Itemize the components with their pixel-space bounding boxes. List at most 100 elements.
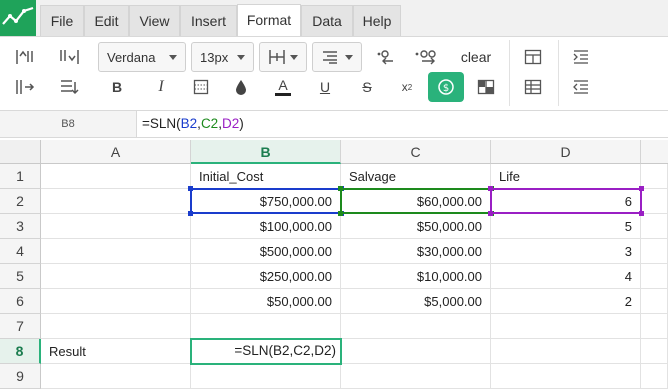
cell-c1[interactable]: Salvage (341, 164, 491, 189)
menu-format[interactable]: Format (237, 4, 301, 37)
cell-b2[interactable]: $750,000.00 (191, 189, 341, 214)
currency-format-button[interactable]: $ (428, 72, 464, 102)
align-right-icon (323, 51, 337, 64)
formula-ref-c2: C2 (200, 116, 219, 131)
cell-reference-box[interactable]: B8 (0, 111, 137, 137)
menu-view[interactable]: View (129, 5, 180, 36)
cell-c6[interactable]: $5,000.00 (341, 289, 491, 314)
cell-c5[interactable]: $10,000.00 (341, 264, 491, 289)
menu-file[interactable]: File (40, 5, 84, 36)
cell-style-icon[interactable] (188, 74, 214, 100)
cell-c9[interactable] (341, 364, 491, 389)
select-all-corner[interactable] (0, 140, 41, 164)
cell-c3[interactable]: $50,000.00 (341, 214, 491, 239)
cell-e2[interactable] (641, 189, 668, 214)
indent-decrease-icon[interactable] (568, 74, 594, 100)
cell-a5[interactable] (41, 264, 191, 289)
cell-c8[interactable] (341, 339, 491, 364)
bold-icon[interactable]: B (104, 74, 130, 100)
row-header-9[interactable]: 9 (0, 364, 41, 389)
strikethrough-icon[interactable]: S (354, 74, 380, 100)
cell-c7[interactable] (341, 314, 491, 339)
align-bottom-icon[interactable] (56, 44, 82, 70)
cell-b3[interactable]: $100,000.00 (191, 214, 341, 239)
text-color-icon[interactable]: A (270, 72, 296, 100)
cell-c4[interactable]: $30,000.00 (341, 239, 491, 264)
row-header-2[interactable]: 2 (0, 189, 41, 214)
row-header-5[interactable]: 5 (0, 264, 41, 289)
align-select[interactable] (312, 42, 362, 72)
row-header-4[interactable]: 4 (0, 239, 41, 264)
cell-a7[interactable] (41, 314, 191, 339)
menu-data[interactable]: Data (301, 5, 353, 36)
font-size-select[interactable]: 13px (191, 42, 254, 72)
cell-b4[interactable]: $500,000.00 (191, 239, 341, 264)
cell-e7[interactable] (641, 314, 668, 339)
cell-e6[interactable] (641, 289, 668, 314)
cell-a8[interactable]: Result (41, 339, 191, 364)
cell-a1[interactable] (41, 164, 191, 189)
column-header-a[interactable]: A (41, 140, 191, 164)
cell-e4[interactable] (641, 239, 668, 264)
column-header-b[interactable]: B (191, 140, 341, 164)
menu-insert[interactable]: Insert (180, 5, 237, 36)
menu-edit[interactable]: Edit (84, 5, 129, 36)
cell-d2[interactable]: 6 (491, 189, 641, 214)
increase-decimal-icon[interactable] (412, 44, 442, 70)
wrap-text-icon[interactable] (56, 74, 82, 100)
clear-button[interactable]: clear (455, 44, 497, 70)
cell-d8[interactable] (491, 339, 641, 364)
cell-d6[interactable]: 2 (491, 289, 641, 314)
formula-bar: B8 =SLN(B2,C2,D2) (0, 110, 668, 138)
cell-d3[interactable]: 5 (491, 214, 641, 239)
cell-e3[interactable] (641, 214, 668, 239)
indent-increase-icon[interactable] (568, 44, 594, 70)
cell-b5[interactable]: $250,000.00 (191, 264, 341, 289)
cell-a4[interactable] (41, 239, 191, 264)
cell-b1[interactable]: Initial_Cost (191, 164, 341, 189)
row-header-7[interactable]: 7 (0, 314, 41, 339)
cell-e5[interactable] (641, 264, 668, 289)
merge-cells-icon[interactable] (520, 44, 546, 70)
cell-c2[interactable]: $60,000.00 (341, 189, 491, 214)
cell-e8[interactable] (641, 339, 668, 364)
cell-d7[interactable] (491, 314, 641, 339)
superscript-icon[interactable]: x2 (394, 74, 420, 100)
font-family-select[interactable]: Verdana (98, 42, 186, 72)
cell-d1[interactable]: Life (491, 164, 641, 189)
cell-d5[interactable]: 4 (491, 264, 641, 289)
cell-e1[interactable] (641, 164, 668, 189)
formula-part: =SLN( (142, 116, 181, 131)
align-middle-icon[interactable] (12, 74, 38, 100)
underline-icon[interactable]: U (312, 74, 338, 100)
borders-icon (269, 50, 285, 64)
cell-b7[interactable] (191, 314, 341, 339)
table-icon[interactable] (520, 74, 546, 100)
column-header-c[interactable]: C (341, 140, 491, 164)
cell-a9[interactable] (41, 364, 191, 389)
cell-d4[interactable]: 3 (491, 239, 641, 264)
column-header-e[interactable] (641, 140, 668, 164)
align-top-icon[interactable] (12, 44, 38, 70)
borders-select[interactable] (259, 42, 307, 72)
cell-d9[interactable] (491, 364, 641, 389)
menu-help[interactable]: Help (353, 5, 401, 36)
row-header-8[interactable]: 8 (0, 339, 41, 364)
column-header-d[interactable]: D (491, 140, 641, 164)
decrease-decimal-icon[interactable] (372, 44, 400, 70)
logo-icon (2, 6, 34, 25)
row-header-3[interactable]: 3 (0, 214, 41, 239)
row-header-6[interactable]: 6 (0, 289, 41, 314)
cell-a2[interactable] (41, 189, 191, 214)
cell-b6[interactable]: $50,000.00 (191, 289, 341, 314)
cell-e9[interactable] (641, 364, 668, 389)
cell-b9[interactable] (191, 364, 341, 389)
cell-a3[interactable] (41, 214, 191, 239)
cell-a6[interactable] (41, 289, 191, 314)
conditional-format-icon[interactable] (473, 74, 499, 100)
formula-input[interactable]: =SLN(B2,C2,D2) (142, 111, 244, 137)
cell-editor-b8[interactable]: =SLN(B2,C2,D2) (190, 338, 342, 365)
row-header-1[interactable]: 1 (0, 164, 41, 189)
italic-icon[interactable]: I (148, 74, 174, 100)
fill-color-icon[interactable] (228, 74, 254, 100)
